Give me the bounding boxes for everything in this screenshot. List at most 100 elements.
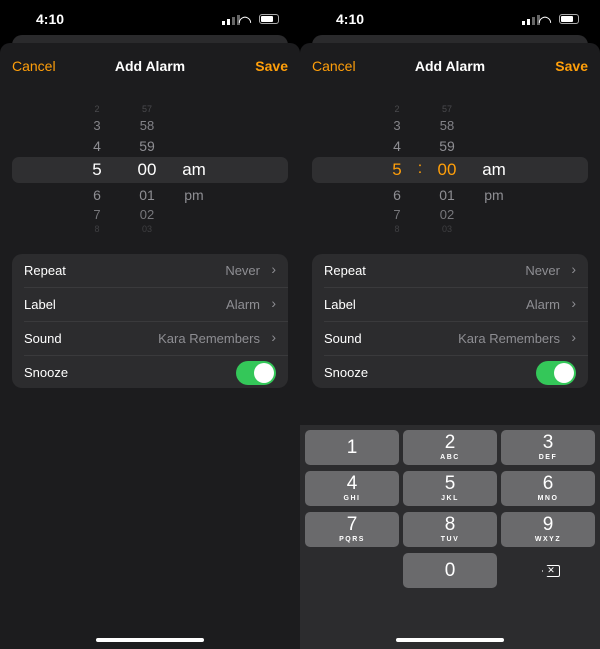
alarm-screen-default: 4:10 ◠ Add Alarm Cancel Save 2 3 4 5 6 7 8 57 58 59 00 0… bbox=[0, 0, 300, 649]
key-letters: GHI bbox=[343, 495, 361, 502]
status-time: 4:10 bbox=[36, 11, 65, 27]
chevron-right-icon: › bbox=[271, 329, 276, 345]
picker-hour[interactable]: 4 bbox=[382, 138, 412, 154]
row-label: Label bbox=[324, 297, 356, 312]
key-6[interactable]: 6 MNO bbox=[501, 471, 595, 506]
picker-minute[interactable]: 59 bbox=[130, 138, 164, 154]
save-button[interactable]: Save bbox=[255, 58, 288, 74]
key-7[interactable]: 7 PQRS bbox=[305, 512, 399, 547]
key-letters: MNO bbox=[537, 495, 559, 502]
chevron-right-icon: › bbox=[571, 329, 576, 345]
status-time: 4:10 bbox=[336, 11, 365, 27]
key-1[interactable]: 1 bbox=[305, 430, 399, 465]
cancel-button[interactable]: Cancel bbox=[312, 58, 356, 74]
row-label: Snooze bbox=[24, 365, 69, 380]
settings-row-sound[interactable]: Sound Kara Remembers › bbox=[312, 322, 588, 356]
row-value: Never bbox=[225, 263, 260, 278]
key-letters: JKL bbox=[441, 495, 459, 502]
row-value: Never bbox=[525, 263, 560, 278]
numeric-keypad: 1 2 ABC 3 DEF 4 GHI 5 JKL 6 MNO 7 PQRS 8 TUV 9 WXYZ 0 ✕ bbox=[300, 425, 600, 649]
settings-list: Repeat Never › Label Alarm › Sound Kara Remembe… bbox=[12, 254, 288, 388]
snooze-toggle[interactable] bbox=[236, 361, 276, 385]
picker-period[interactable]: pm bbox=[180, 187, 208, 203]
key-8[interactable]: 8 TUV bbox=[403, 512, 497, 547]
key-digit: 6 bbox=[542, 473, 554, 494]
settings-list: Repeat Never › Label Alarm › Sound Kara Remembe… bbox=[312, 254, 588, 388]
row-label: Snooze bbox=[324, 365, 369, 380]
picker-hour[interactable]: 4 bbox=[82, 138, 112, 154]
key-digit: 7 bbox=[346, 514, 358, 535]
key-letters: ABC bbox=[440, 454, 460, 461]
home-indicator[interactable] bbox=[96, 638, 204, 642]
chevron-right-icon: › bbox=[271, 261, 276, 277]
picker-hour[interactable]: 7 bbox=[82, 207, 112, 222]
picker-minute[interactable]: 01 bbox=[430, 187, 464, 203]
settings-row-label[interactable]: Label Alarm › bbox=[12, 288, 288, 322]
key-letters: DEF bbox=[538, 454, 558, 461]
picker-minute[interactable]: 58 bbox=[130, 118, 164, 133]
home-indicator[interactable] bbox=[396, 638, 504, 642]
picker-minute[interactable]: 57 bbox=[430, 104, 464, 114]
key-2[interactable]: 2 ABC bbox=[403, 430, 497, 465]
picker-minute[interactable]: 03 bbox=[430, 224, 464, 234]
save-button[interactable]: Save bbox=[555, 58, 588, 74]
picker-separator: : bbox=[417, 160, 423, 177]
key-0[interactable]: 0 bbox=[403, 553, 497, 588]
key-digit: 9 bbox=[542, 514, 554, 535]
picker-minute[interactable]: 01 bbox=[130, 187, 164, 203]
key-digit: 4 bbox=[346, 473, 358, 494]
alarm-screen-editing: 4:10 ◠ Add Alarm Cancel Save 2 3 4 5 6 7 8 57 58 59 00 0… bbox=[300, 0, 600, 649]
settings-row-sound[interactable]: Sound Kara Remembers › bbox=[12, 322, 288, 356]
settings-row-snooze[interactable]: Snooze bbox=[312, 356, 588, 390]
nav-bar: Add Alarm Cancel Save bbox=[300, 58, 600, 74]
picker-hour[interactable]: 6 bbox=[382, 187, 412, 203]
key-digit: 1 bbox=[346, 437, 358, 458]
picker-hour[interactable]: 3 bbox=[82, 118, 112, 133]
picker-minute[interactable]: 02 bbox=[430, 207, 464, 222]
settings-row-label[interactable]: Label Alarm › bbox=[312, 288, 588, 322]
picker-minute[interactable]: 57 bbox=[130, 104, 164, 114]
row-value: Alarm bbox=[226, 297, 260, 312]
picker-period[interactable]: am bbox=[180, 160, 208, 180]
key-9[interactable]: 9 WXYZ bbox=[501, 512, 595, 547]
key-digit: 3 bbox=[542, 432, 554, 453]
chevron-right-icon: › bbox=[571, 261, 576, 277]
row-value: Kara Remembers bbox=[458, 331, 560, 346]
picker-hour[interactable]: 2 bbox=[382, 104, 412, 114]
picker-period[interactable]: am bbox=[480, 160, 508, 180]
wifi-icon: ◠ bbox=[538, 14, 552, 31]
wifi-icon: ◠ bbox=[238, 14, 252, 31]
picker-hour[interactable]: 2 bbox=[82, 104, 112, 114]
picker-hour[interactable]: 5 bbox=[82, 160, 112, 180]
picker-minute[interactable]: 03 bbox=[130, 224, 164, 234]
key-digit: 2 bbox=[444, 432, 456, 453]
nav-bar: Add Alarm Cancel Save bbox=[0, 58, 300, 74]
snooze-toggle[interactable] bbox=[536, 361, 576, 385]
chevron-right-icon: › bbox=[571, 295, 576, 311]
key-5[interactable]: 5 JKL bbox=[403, 471, 497, 506]
picker-minute[interactable]: 00 bbox=[430, 160, 464, 180]
picker-minute[interactable]: 02 bbox=[130, 207, 164, 222]
row-label: Repeat bbox=[324, 263, 366, 278]
picker-hour[interactable]: 6 bbox=[82, 187, 112, 203]
backspace-icon[interactable]: ✕ bbox=[542, 565, 560, 577]
settings-row-snooze[interactable]: Snooze bbox=[12, 356, 288, 390]
battery-icon bbox=[559, 14, 579, 24]
picker-minute[interactable]: 59 bbox=[430, 138, 464, 154]
key-3[interactable]: 3 DEF bbox=[501, 430, 595, 465]
status-bar: 4:10 ◠ bbox=[0, 0, 300, 36]
picker-period[interactable]: pm bbox=[480, 187, 508, 203]
cancel-button[interactable]: Cancel bbox=[12, 58, 56, 74]
picker-hour[interactable]: 8 bbox=[382, 224, 412, 234]
settings-row-repeat[interactable]: Repeat Never › bbox=[312, 254, 588, 288]
key-4[interactable]: 4 GHI bbox=[305, 471, 399, 506]
picker-hour[interactable]: 8 bbox=[82, 224, 112, 234]
picker-minute[interactable]: 58 bbox=[430, 118, 464, 133]
picker-hour[interactable]: 7 bbox=[382, 207, 412, 222]
picker-minute[interactable]: 00 bbox=[130, 160, 164, 180]
key-digit: 8 bbox=[444, 514, 456, 535]
row-label: Label bbox=[24, 297, 56, 312]
settings-row-repeat[interactable]: Repeat Never › bbox=[12, 254, 288, 288]
picker-hour[interactable]: 3 bbox=[382, 118, 412, 133]
picker-hour[interactable]: 5 bbox=[382, 160, 412, 180]
